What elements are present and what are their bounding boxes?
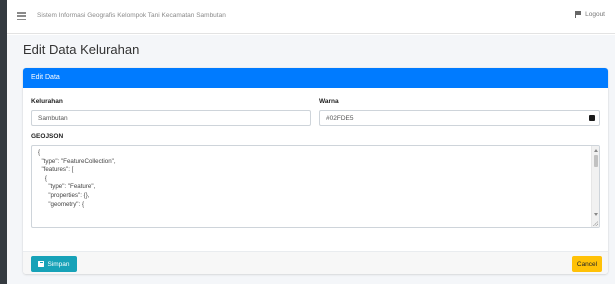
card-footer: Simpan Cancel	[23, 251, 608, 274]
geojson-label: GEOJSON	[31, 133, 64, 140]
save-button-label: Simpan	[47, 260, 70, 268]
resize-grip-icon[interactable]	[593, 221, 598, 226]
flag-icon	[575, 11, 582, 18]
edit-card: Edit Data Kelurahan Sambutan Warna #02FD…	[23, 68, 608, 274]
logout-link[interactable]: Logout	[575, 11, 605, 18]
warna-label: Warna	[319, 98, 339, 105]
main-content: Edit Data Kelurahan Edit Data Kelurahan …	[7, 35, 615, 284]
top-navbar: Sistem Informasi Geografis Kelompok Tani…	[7, 0, 615, 34]
logout-label: Logout	[585, 11, 605, 18]
card-header: Edit Data	[23, 68, 608, 88]
app-title: Sistem Informasi Geografis Kelompok Tani…	[37, 12, 226, 19]
kelurahan-value: Sambutan	[38, 114, 68, 122]
card-title: Edit Data	[31, 74, 60, 81]
warna-value: #02FDE5	[326, 114, 354, 122]
warna-input[interactable]: #02FDE5	[319, 110, 600, 126]
scroll-thumb[interactable]	[593, 155, 598, 167]
geojson-textarea[interactable]: { "type": "FeatureCollection", "features…	[31, 145, 600, 228]
scroll-down-icon[interactable]	[594, 213, 598, 216]
sidebar-edge	[0, 0, 7, 284]
kelurahan-input[interactable]: Sambutan	[31, 110, 311, 126]
color-swatch-icon[interactable]	[589, 115, 595, 121]
hamburger-icon[interactable]	[17, 12, 26, 20]
textarea-scrollbar[interactable]	[591, 146, 599, 227]
scroll-up-icon[interactable]	[594, 149, 598, 152]
cancel-button-label: Cancel	[576, 260, 598, 268]
geojson-content: { "type": "FeatureCollection", "features…	[38, 149, 116, 208]
save-button[interactable]: Simpan	[31, 256, 77, 272]
page-title: Edit Data Kelurahan	[23, 42, 140, 57]
floppy-disk-icon	[38, 261, 45, 267]
cancel-button[interactable]: Cancel	[572, 256, 602, 272]
kelurahan-label: Kelurahan	[31, 98, 63, 105]
